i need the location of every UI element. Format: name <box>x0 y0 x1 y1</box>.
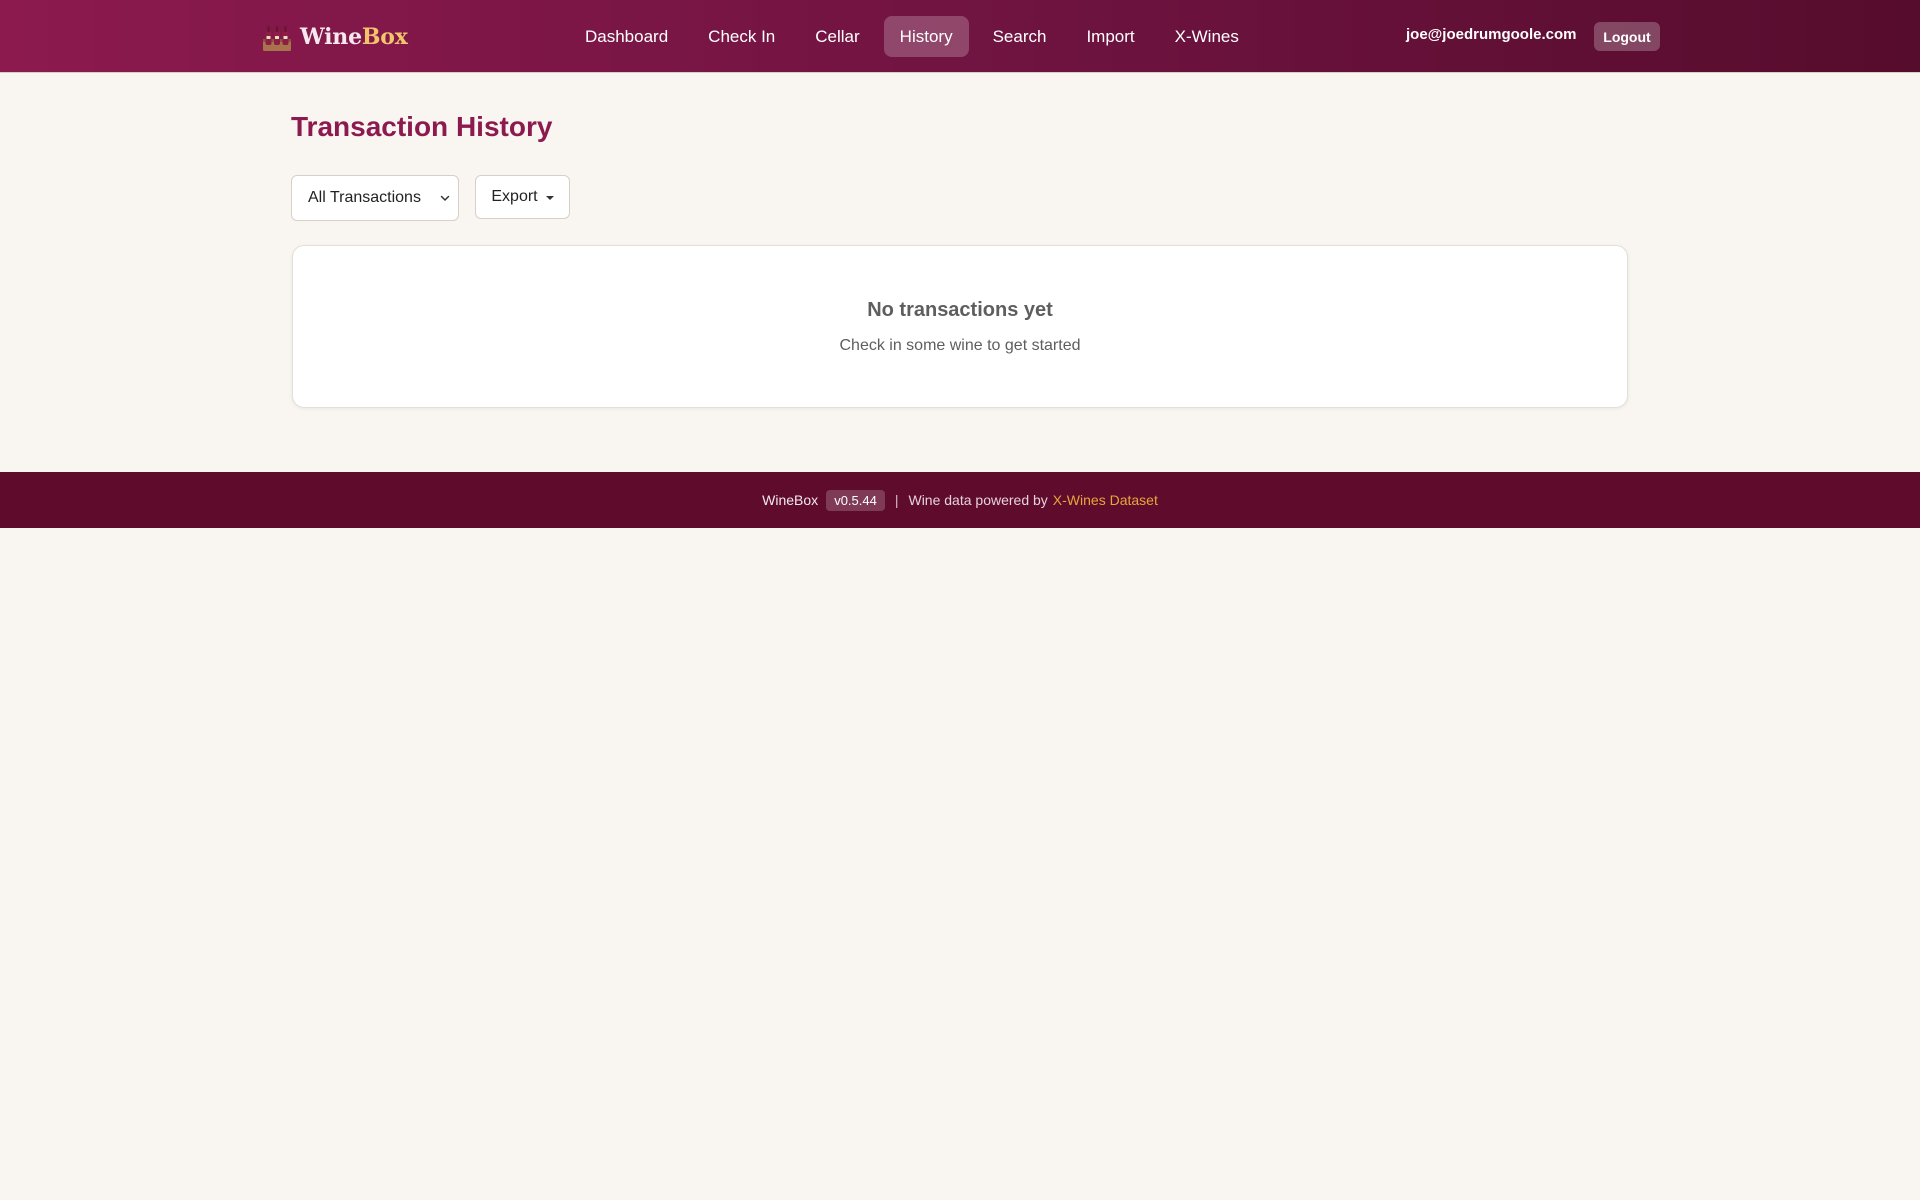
empty-state-card: No transactions yet Check in some wine t… <box>292 245 1628 408</box>
caret-down-icon <box>545 196 554 200</box>
brand-logo[interactable]: WineBox <box>262 20 408 54</box>
export-label: Export <box>491 188 538 205</box>
nav-item-search[interactable]: Search <box>977 16 1063 57</box>
nav-item-cellar[interactable]: Cellar <box>799 16 875 57</box>
nav-item-x-wines[interactable]: X-Wines <box>1159 16 1255 57</box>
footer-attribution-text: Wine data powered by <box>908 492 1048 508</box>
nav-item-import[interactable]: Import <box>1070 16 1150 57</box>
export-dropdown-button[interactable]: Export <box>475 175 570 219</box>
user-email: joe@joedrumgoole.com <box>1406 26 1577 43</box>
top-navbar: WineBox Dashboard Check In Cellar Histor… <box>0 0 1920 73</box>
nav-item-dashboard[interactable]: Dashboard <box>569 16 684 57</box>
chevron-down-icon <box>440 195 450 201</box>
brand-name: WineBox <box>300 24 408 50</box>
wine-bottles-icon <box>263 26 291 51</box>
footer-separator: | <box>894 492 899 508</box>
nav-item-history[interactable]: History <box>883 16 969 57</box>
empty-state-subtitle: Check in some wine to get started <box>839 337 1081 354</box>
transaction-filter-value: All Transactions <box>308 189 421 206</box>
logout-button[interactable]: Logout <box>1594 22 1660 51</box>
empty-state-title: No transactions yet <box>867 299 1053 321</box>
nav-item-check-in[interactable]: Check In <box>692 16 791 57</box>
x-wines-dataset-link[interactable]: X-Wines Dataset <box>1053 492 1158 508</box>
brand-name-wine: Wine <box>300 24 362 50</box>
brand-name-box: Box <box>361 24 408 50</box>
main-nav: Dashboard Check In Cellar History Search… <box>569 16 1255 57</box>
footer: WineBox v0.5.44 | Wine data powered by X… <box>0 472 1920 528</box>
page-title: Transaction History <box>291 111 553 142</box>
version-badge: v0.5.44 <box>826 489 885 511</box>
footer-app-name: WineBox <box>762 492 819 508</box>
transaction-filter-select[interactable]: All Transactions <box>291 175 459 221</box>
